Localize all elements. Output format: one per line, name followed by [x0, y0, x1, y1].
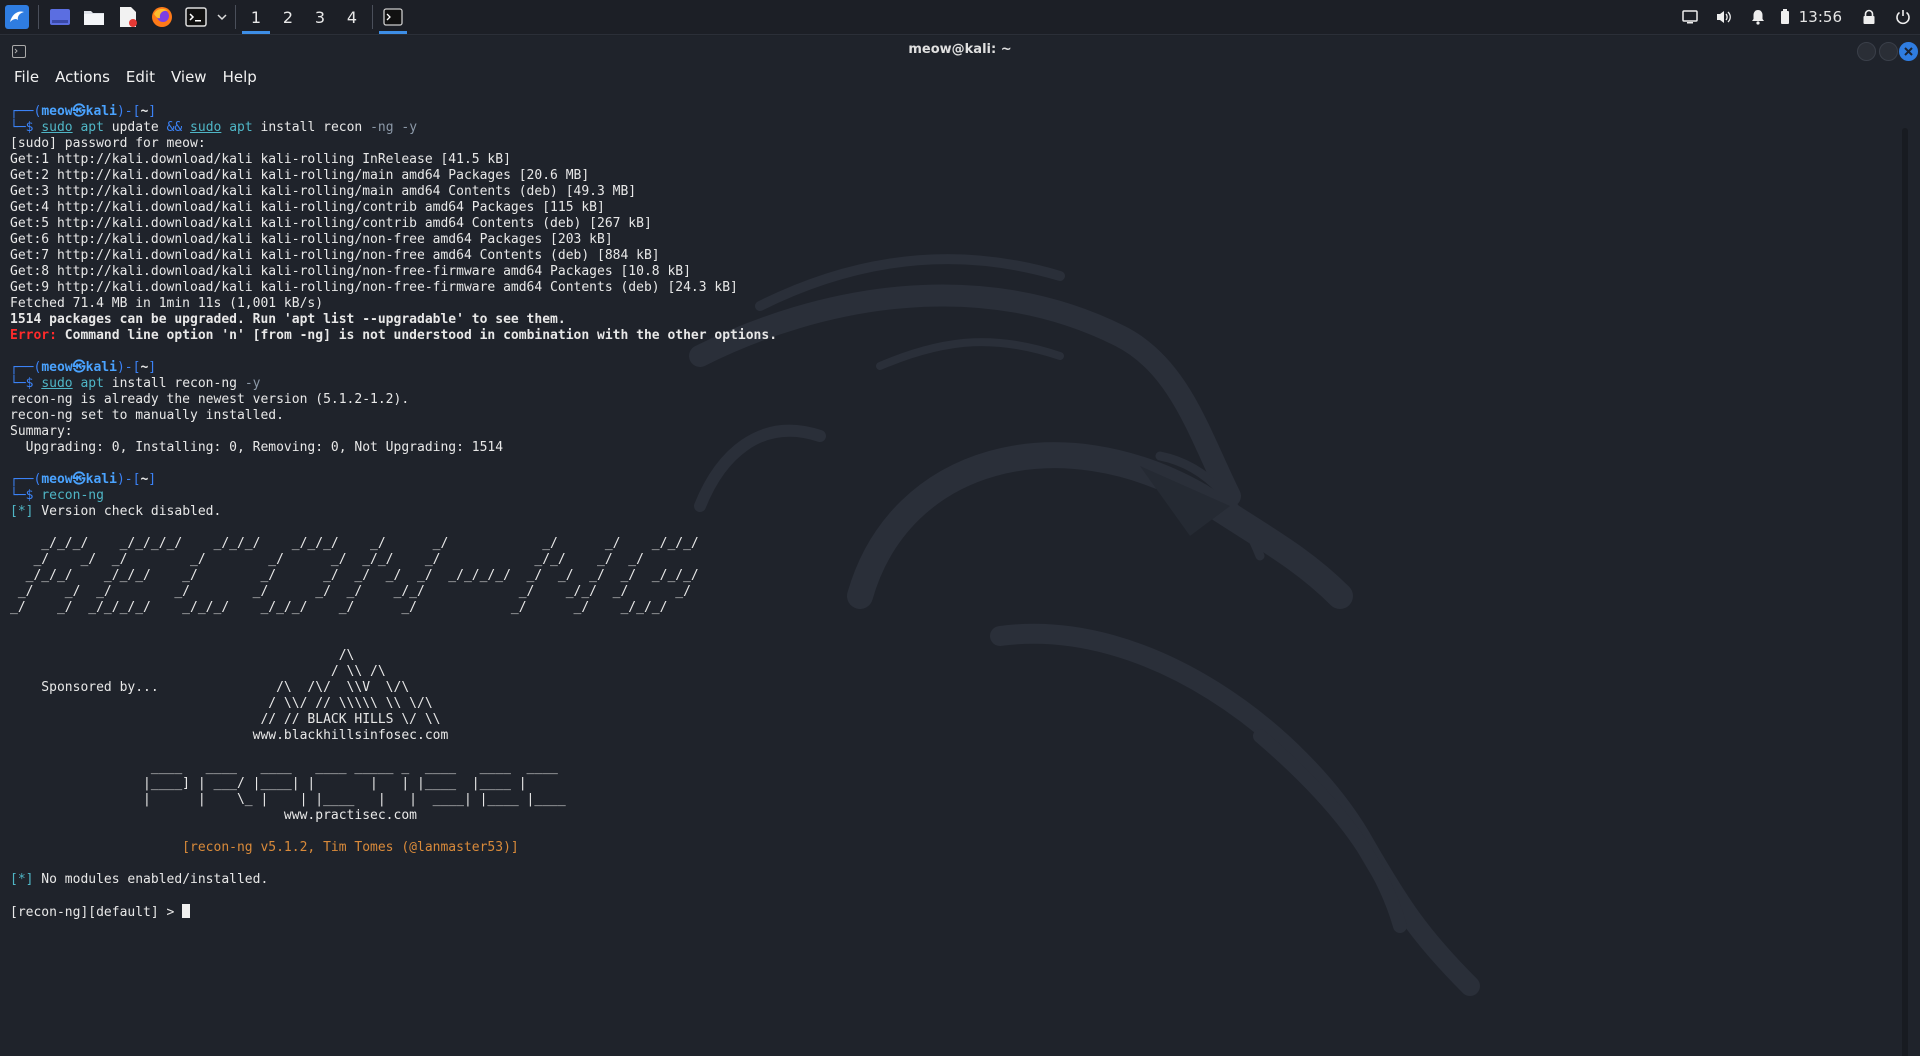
- output-line: Get:9 http://kali.download/kali kali-rol…: [10, 280, 738, 295]
- practisec-line: |____] | ___/ |____| | | | |____ |____ |: [10, 776, 527, 791]
- lock-icon[interactable]: [1852, 0, 1886, 34]
- output-line: Get:4 http://kali.download/kali kali-rol…: [10, 200, 605, 215]
- command-flags: -y: [244, 376, 261, 391]
- error-label: Error:: [10, 328, 57, 343]
- command-token: recon-ng: [41, 488, 104, 503]
- banner-line: _/_/_/ _/_/_/_/ _/_/_/ _/_/_/ _/ _/ _/ _…: [10, 536, 699, 551]
- command-token: sudo: [41, 120, 73, 135]
- terminal-window: meow@kali: ~ File Actions Edit View Help…: [0, 36, 1920, 1056]
- sponsor-line: www.blackhillsinfosec.com: [10, 728, 449, 743]
- terminal-text: ┌──(meow㉿kali)-[~] └─$ sudo apt update &…: [10, 104, 778, 920]
- prompt-host: kali: [85, 360, 117, 375]
- sponsor-line: / \\ /\: [10, 664, 386, 679]
- output-line: Upgrading: 0, Installing: 0, Removing: 0…: [10, 440, 504, 455]
- firefox-icon[interactable]: [145, 0, 179, 34]
- banner-line: _/_/_/ _/_/_/ _/ _/ _/ _/ _/ _/ _/_/_/_/…: [10, 568, 699, 583]
- command-token: apt: [80, 376, 104, 391]
- clock[interactable]: 13:56: [1795, 8, 1852, 26]
- output-line: Get:7 http://kali.download/kali kali-rol…: [10, 248, 660, 263]
- credits-line: [recon-ng v5.1.2, Tim Tomes (@lanmaster5…: [10, 840, 519, 855]
- status-star: [*]: [10, 504, 34, 519]
- upgrade-message: 1514 packages can be upgraded. Run 'apt …: [10, 312, 566, 327]
- version-check-message: Version check disabled.: [33, 504, 222, 519]
- panel-separator: [372, 5, 373, 29]
- taskbar-terminal-window[interactable]: [377, 0, 409, 34]
- prompt-user: meow: [41, 104, 73, 119]
- command-flags: -ng -y: [370, 120, 418, 135]
- text-editor-icon[interactable]: [111, 0, 145, 34]
- terminal-output[interactable]: ┌──(meow㉿kali)-[~] └─$ sudo apt update &…: [0, 98, 1900, 1056]
- practisec-line: | | \_ | | |____ | | ____| |____ |____: [10, 792, 566, 807]
- kali-menu-icon[interactable]: [0, 0, 34, 34]
- status-star: [*]: [10, 872, 34, 887]
- chevron-down-icon[interactable]: [213, 0, 231, 34]
- output-line: Fetched 71.4 MB in 1min 11s (1,001 kB/s): [10, 296, 324, 311]
- command-args: install recon: [252, 120, 371, 135]
- command-args: install recon-ng: [103, 376, 245, 391]
- banner-line: _/ _/ _/ _/ _/ _/ _/_/ _/ _/_/ _/ _/: [10, 552, 644, 567]
- output-line: Summary:: [10, 424, 73, 439]
- banner-line: _/ _/ _/_/_/_/ _/_/_/ _/_/_/ _/ _/ _/ _/…: [10, 600, 668, 615]
- volume-icon[interactable]: [1707, 0, 1741, 34]
- text-cursor[interactable]: [182, 904, 191, 918]
- banner-line: _/ _/ _/ _/ _/ _/ _/ _/_/ _/ _/_/ _/ _/: [10, 584, 691, 599]
- no-modules-message: No modules enabled/installed.: [33, 872, 269, 887]
- output-line: recon-ng set to manually installed.: [10, 408, 284, 423]
- workspace-1[interactable]: 1: [240, 0, 272, 34]
- command-operator: &&: [166, 120, 183, 135]
- battery-icon[interactable]: [1775, 0, 1795, 34]
- power-icon[interactable]: [1886, 0, 1920, 34]
- output-line: Get:5 http://kali.download/kali kali-rol…: [10, 216, 652, 231]
- workspace-3[interactable]: 3: [304, 0, 336, 34]
- prompt-host: kali: [85, 472, 117, 487]
- output-line: Get:2 http://kali.download/kali kali-rol…: [10, 168, 590, 183]
- output-line: Get:8 http://kali.download/kali kali-rol…: [10, 264, 691, 279]
- sponsor-line: // // BLACK HILLS \/ \\: [10, 712, 441, 727]
- output-line: Get:3 http://kali.download/kali kali-rol…: [10, 184, 637, 199]
- panel-separator: [38, 5, 39, 29]
- sponsor-line: /\: [10, 648, 355, 663]
- terminal-launcher-icon[interactable]: [179, 0, 213, 34]
- notification-bell-icon[interactable]: [1741, 0, 1775, 34]
- command-token: apt: [229, 120, 253, 135]
- output-line: Get:1 http://kali.download/kali kali-rol…: [10, 152, 511, 167]
- prompt-host: kali: [85, 104, 117, 119]
- practisec-line: ____ ____ ____ ____ _____ _ ____ ____ __…: [10, 760, 558, 775]
- desktop-icon[interactable]: [43, 0, 77, 34]
- command-token: apt: [80, 120, 104, 135]
- workspace-2[interactable]: 2: [272, 0, 304, 34]
- output-line: Get:6 http://kali.download/kali kali-rol…: [10, 232, 613, 247]
- practisec-line: www.practisec.com: [10, 808, 417, 823]
- top-panel: 1 2 3 4 13:56: [0, 0, 1920, 35]
- screen-icon[interactable]: [1673, 0, 1707, 34]
- error-message: Command line option 'n' [from -ng] is no…: [56, 328, 778, 343]
- sponsor-line: Sponsored by... /\ /\/ \\V \/\: [10, 680, 410, 695]
- file-manager-icon[interactable]: [77, 0, 111, 34]
- command-args: update: [103, 120, 167, 135]
- panel-separator: [235, 5, 236, 29]
- workspace-4[interactable]: 4: [336, 0, 368, 34]
- recon-ng-prompt: [recon-ng][default] >: [10, 905, 183, 920]
- command-token: sudo: [41, 376, 73, 391]
- prompt-user: meow: [41, 360, 73, 375]
- prompt-user: meow: [41, 472, 73, 487]
- sponsor-line: / \\/ // \\\\\ \\ \/\: [10, 696, 433, 711]
- output-line: recon-ng is already the newest version (…: [10, 392, 410, 407]
- command-token: sudo: [190, 120, 222, 135]
- output-line: [sudo] password for meow:: [10, 136, 206, 151]
